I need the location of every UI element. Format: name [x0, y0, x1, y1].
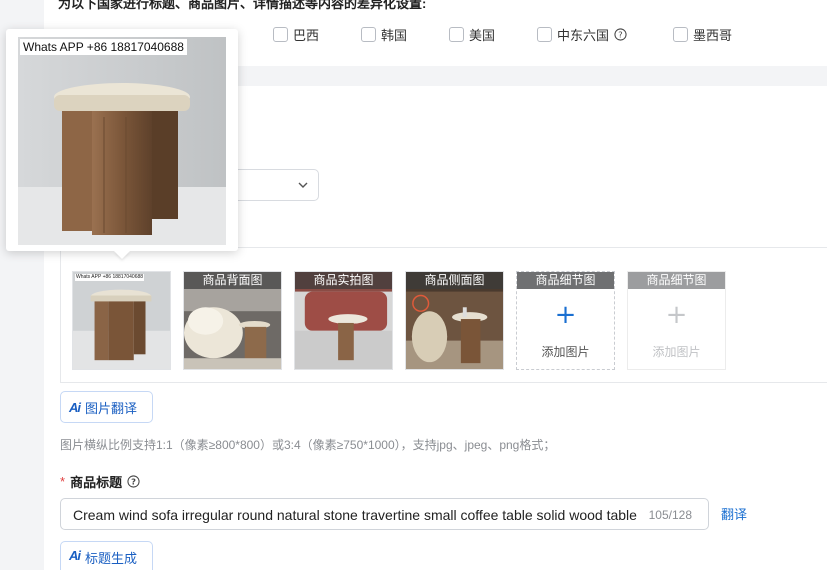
country-settings-title: 为以下国家进行标题、商品图片、详情描述等内容的差异化设置: [58, 0, 427, 11]
chevron-down-icon [298, 182, 308, 188]
country-checkbox-korea[interactable]: 韩国 [361, 25, 407, 44]
checkbox-icon[interactable] [673, 27, 688, 42]
image-slot-back[interactable]: 商品背面图 [183, 271, 282, 370]
title-generate-label: 标题生成 [85, 551, 138, 566]
country-checkbox-mexico[interactable]: 墨西哥 [673, 25, 732, 44]
svg-text:?: ? [618, 29, 622, 39]
product-photo-preview [18, 37, 226, 245]
image-translate-label: 图片翻译 [85, 400, 138, 416]
country-label: 墨西哥 [693, 28, 733, 43]
add-image-label: 添加图片 [541, 345, 590, 359]
country-label: 韩国 [381, 28, 408, 43]
preview-watermark: Whats APP +86 18817040688 [20, 39, 187, 55]
image-slot-label: 商品背面图 [184, 272, 281, 289]
image-slot-label: 商品细节图 [628, 272, 725, 289]
svg-text:?: ? [131, 476, 136, 486]
ai-icon: Ai [69, 399, 81, 415]
country-checkbox-brazil[interactable]: 巴西 [273, 25, 319, 44]
product-title-input[interactable]: Cream wind sofa irregular round natural … [60, 498, 709, 530]
image-slot-main[interactable]: Whats APP +86 18817040688 [72, 271, 171, 370]
image-slot-label: 商品细节图 [517, 272, 614, 289]
image-slot-detail-add[interactable]: 商品细节图 + 添加图片 [516, 271, 615, 370]
image-slot-label: 商品侧面图 [406, 272, 503, 289]
preview-image: Whats APP +86 18817040688 [18, 37, 226, 245]
ai-icon: Ai [69, 548, 81, 563]
product-title-label-text: 商品标题 [70, 475, 123, 490]
checkbox-icon[interactable] [537, 27, 552, 42]
country-checkbox-usa[interactable]: 美国 [449, 25, 495, 44]
product-photo-main [73, 272, 170, 369]
country-checkbox-middle-east[interactable]: 中东六国 ? [537, 25, 627, 44]
plus-icon: + [554, 300, 577, 330]
country-label: 美国 [469, 28, 496, 43]
title-generate-button[interactable]: Ai 标题生成 [60, 541, 153, 570]
image-format-hint: 图片横纵比例支持1:1（像素≥800*800）或3:4（像素≥750*1000）… [60, 438, 556, 452]
required-mark: * [60, 474, 66, 489]
checkbox-icon[interactable] [361, 27, 376, 42]
plus-icon: + [665, 300, 688, 330]
image-slot-detail-disabled: 商品细节图 + 添加图片 [627, 271, 726, 370]
image-slot-real[interactable]: 商品实拍图 [294, 271, 393, 370]
title-translate-link[interactable]: 翻译 [721, 504, 747, 523]
country-label: 巴西 [293, 28, 320, 43]
image-slot-side[interactable]: 商品侧面图 [405, 271, 504, 370]
product-title-label: * 商品标题 ? [60, 472, 140, 491]
image-slot-label: 商品实拍图 [295, 272, 392, 289]
country-label: 中东六国 [557, 28, 610, 43]
product-title-value[interactable]: Cream wind sofa irregular round natural … [73, 507, 639, 523]
checkbox-icon[interactable] [449, 27, 464, 42]
image-translate-button[interactable]: Ai 图片翻译 [60, 391, 153, 423]
image-watermark: Whats APP +86 18817040688 [75, 274, 145, 281]
character-count: 105/128 [648, 508, 692, 522]
popup-arrow [114, 251, 130, 259]
help-circle-icon[interactable]: ? [127, 475, 140, 488]
help-circle-icon[interactable]: ? [614, 28, 627, 41]
add-image-label: 添加图片 [652, 345, 701, 359]
image-preview-popup: Whats APP +86 18817040688 [6, 29, 238, 251]
checkbox-icon[interactable] [273, 27, 288, 42]
